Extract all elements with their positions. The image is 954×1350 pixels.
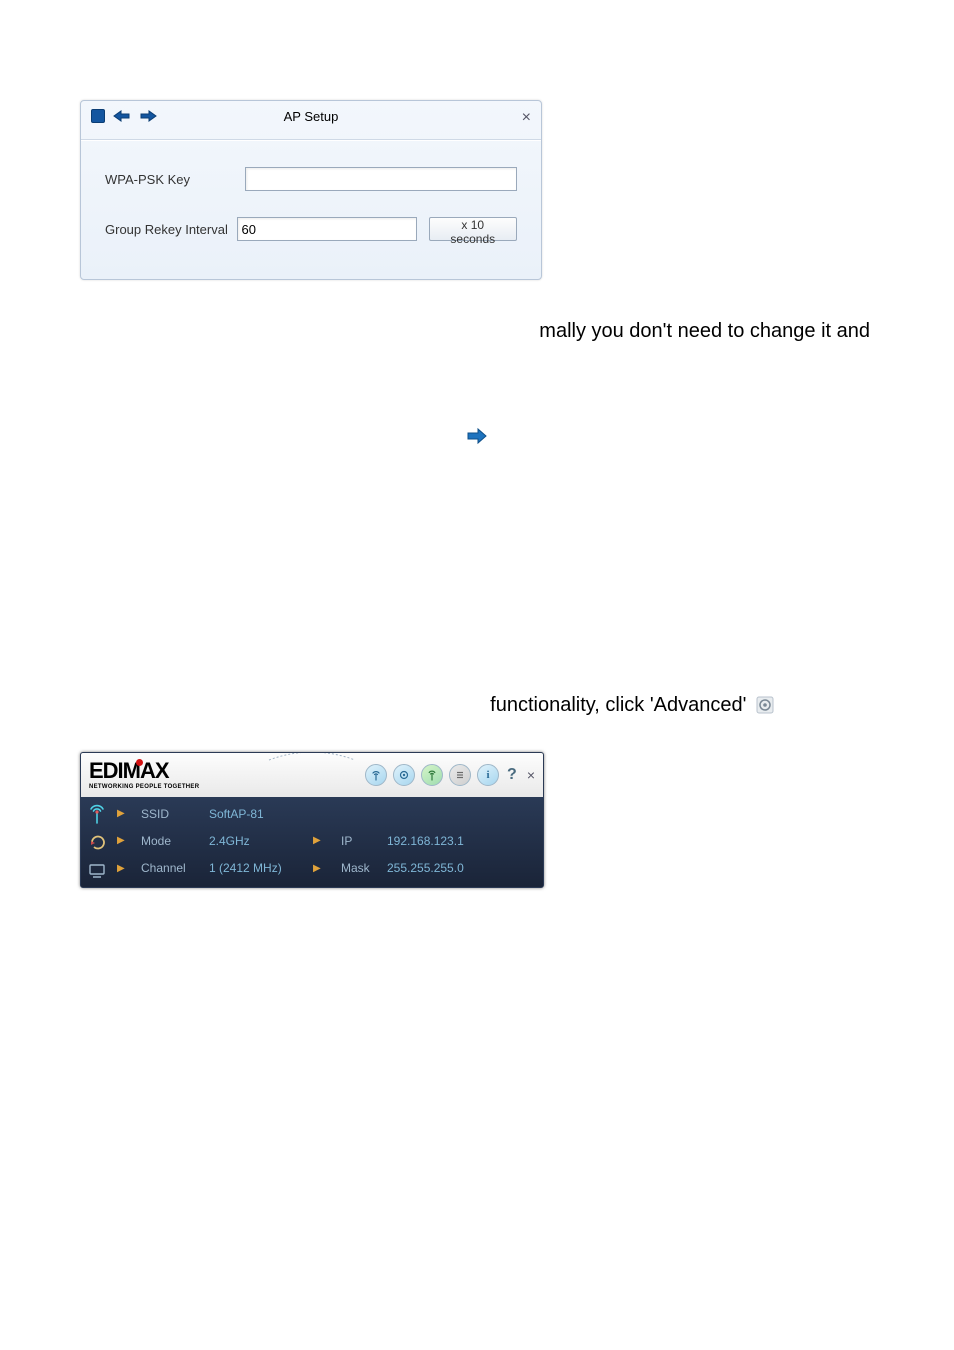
antenna-icon[interactable] (86, 803, 108, 825)
text-fragment-normally: mally you don't need to change it and (80, 316, 874, 347)
info-icon[interactable]: i (477, 764, 499, 786)
bullet-icon: ▶ (117, 808, 137, 819)
close-icon[interactable]: × (522, 109, 531, 127)
ap-setup-title: AP Setup (81, 109, 541, 124)
gear-icon[interactable] (393, 764, 415, 786)
bullet-icon: ▶ (117, 863, 137, 874)
bullet-icon: ▶ (313, 835, 337, 846)
radio-icon[interactable] (365, 764, 387, 786)
desktop-icon[interactable] (86, 859, 108, 881)
ap-setup-titlebar: AP Setup × (81, 101, 541, 140)
handle-icon[interactable] (267, 752, 357, 761)
forward-arrow-icon (466, 427, 488, 450)
edimax-titlebar: EDIMAX NETWORKING PEOPLE TOGETHER (81, 753, 543, 797)
edimax-tagline: NETWORKING PEOPLE TOGETHER (89, 784, 199, 790)
list-icon[interactable] (449, 764, 471, 786)
access-point-icon[interactable] (421, 764, 443, 786)
group-rekey-label: Group Rekey Interval (105, 222, 237, 237)
group-rekey-input[interactable] (237, 217, 417, 241)
wpa-psk-label: WPA-PSK Key (105, 172, 245, 187)
mode-value: 2.4GHz (209, 834, 309, 848)
channel-value: 1 (2412 MHz) (209, 861, 309, 875)
edimax-brand: EDIMAX (89, 760, 199, 782)
mode-label: Mode (141, 834, 205, 848)
edimax-sidebar (81, 797, 113, 887)
wpa-psk-input[interactable] (245, 167, 517, 191)
ip-value: 192.168.123.1 (387, 834, 535, 848)
help-icon[interactable]: ? (507, 766, 517, 784)
bullet-icon: ▶ (313, 863, 337, 874)
ssid-label: SSID (141, 807, 205, 821)
mask-label: Mask (341, 861, 383, 875)
refresh-icon[interactable] (86, 831, 108, 853)
channel-label: Channel (141, 861, 205, 875)
edimax-window: EDIMAX NETWORKING PEOPLE TOGETHER (80, 752, 544, 888)
ap-setup-window: AP Setup × WPA-PSK Key Group Rekey Inter… (80, 100, 542, 280)
edimax-logo: EDIMAX NETWORKING PEOPLE TOGETHER (89, 760, 199, 790)
text-fragment-advanced: functionality, click 'Advanced' (80, 690, 874, 724)
rekey-unit-button[interactable]: x 10 seconds (429, 217, 517, 241)
bullet-icon: ▶ (117, 835, 137, 846)
ip-label: IP (341, 834, 383, 848)
edimax-info-grid: ▶ SSID SoftAP-81 ▶ Mode 2.4GHz ▶ IP 192.… (113, 797, 543, 887)
mask-value: 255.255.255.0 (387, 861, 535, 875)
ssid-value: SoftAP-81 (209, 807, 309, 821)
close-icon[interactable]: × (527, 767, 535, 783)
advanced-text: functionality, click 'Advanced' (490, 694, 746, 716)
advanced-gear-icon (756, 693, 774, 724)
